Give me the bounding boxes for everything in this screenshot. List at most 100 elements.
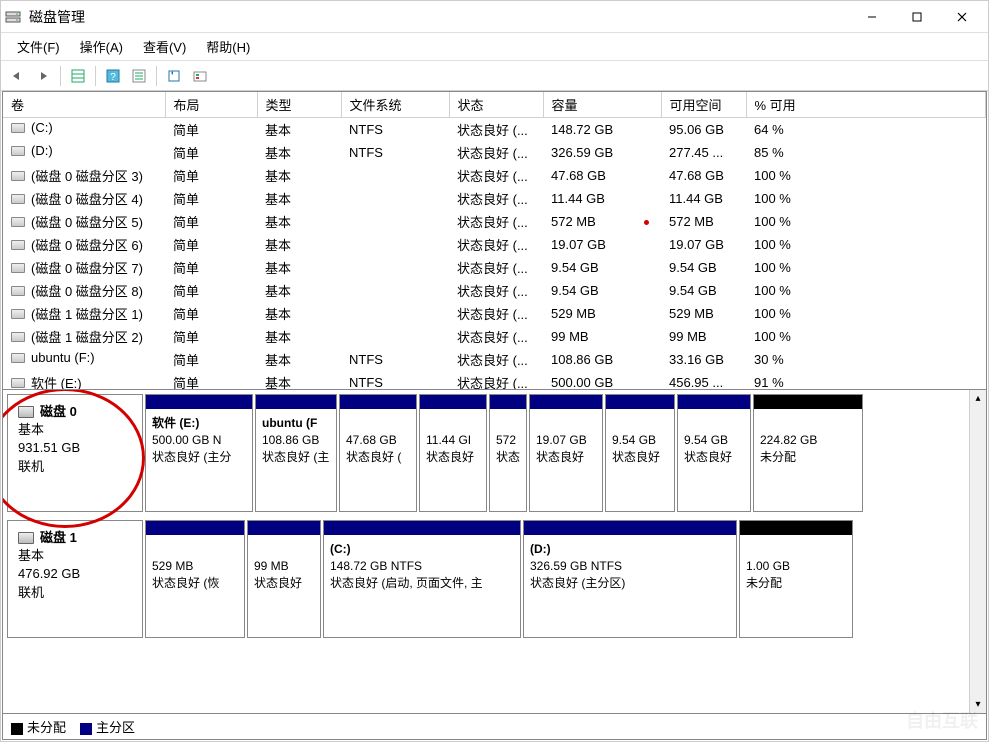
- free-cell: 572 MB: [661, 210, 746, 233]
- table-row[interactable]: (磁盘 1 磁盘分区 2)简单基本状态良好 (...99 MB99 MB100 …: [3, 325, 986, 348]
- col-volume[interactable]: 卷: [3, 92, 165, 118]
- table-row[interactable]: (磁盘 0 磁盘分区 4)简单基本状态良好 (...11.44 GB11.44 …: [3, 187, 986, 210]
- menubar: 文件(F) 操作(A) 查看(V) 帮助(H): [1, 33, 988, 61]
- volume-icon: [11, 240, 25, 250]
- partition[interactable]: 572状态: [489, 394, 527, 512]
- capacity-cell: 19.07 GB: [543, 233, 661, 256]
- table-row[interactable]: (D:)简单基本NTFS状态良好 (...326.59 GB277.45 ...…: [3, 141, 986, 164]
- menu-view[interactable]: 查看(V): [133, 33, 196, 60]
- col-layout[interactable]: 布局: [165, 92, 257, 118]
- svg-text:?: ?: [110, 72, 116, 83]
- capacity-cell: 326.59 GB: [543, 141, 661, 164]
- partition[interactable]: ubuntu (F108.86 GB状态良好 (主: [255, 394, 337, 512]
- table-row[interactable]: (磁盘 0 磁盘分区 6)简单基本状态良好 (...19.07 GB19.07 …: [3, 233, 986, 256]
- table-row[interactable]: (磁盘 0 磁盘分区 8)简单基本状态良好 (...9.54 GB9.54 GB…: [3, 279, 986, 302]
- disk-mgmt-icon: [5, 9, 21, 25]
- disk-header[interactable]: 磁盘 1基本476.92 GB联机: [7, 520, 143, 638]
- disk-partitions: 529 MB状态良好 (恢 99 MB状态良好(C:)148.72 GB NTF…: [145, 520, 965, 638]
- partition-size: 99 MB: [254, 558, 314, 575]
- table-row[interactable]: 软件 (E:)简单基本NTFS状态良好 (...500.00 GB456.95 …: [3, 371, 986, 390]
- partition[interactable]: 224.82 GB未分配: [753, 394, 863, 512]
- refresh-button[interactable]: [162, 64, 186, 88]
- fs-cell: [341, 279, 449, 302]
- volume-name-cell: (磁盘 0 磁盘分区 7): [31, 258, 143, 277]
- col-status[interactable]: 状态: [449, 92, 543, 118]
- col-free[interactable]: 可用空间: [661, 92, 746, 118]
- view-list-button[interactable]: [66, 64, 90, 88]
- partition-status: 状态良好 (: [346, 449, 410, 466]
- partition[interactable]: 9.54 GB状态良好: [605, 394, 675, 512]
- col-type[interactable]: 类型: [257, 92, 341, 118]
- partition[interactable]: (C:)148.72 GB NTFS状态良好 (启动, 页面文件, 主: [323, 520, 521, 638]
- volume-icon: [11, 353, 25, 363]
- disk-icon: [18, 532, 34, 544]
- disk-header[interactable]: 磁盘 0基本931.51 GB联机: [7, 394, 143, 512]
- partition[interactable]: (D:)326.59 GB NTFS状态良好 (主分区): [523, 520, 737, 638]
- table-row[interactable]: (磁盘 0 磁盘分区 7)简单基本状态良好 (...9.54 GB9.54 GB…: [3, 256, 986, 279]
- partition-status: 状态良好 (主分区): [530, 575, 730, 592]
- partition-label: (C:): [330, 541, 514, 558]
- status-cell: 状态良好 (...: [449, 187, 543, 210]
- help-button[interactable]: ?: [101, 64, 125, 88]
- maximize-button[interactable]: [894, 3, 939, 31]
- table-row[interactable]: (磁盘 0 磁盘分区 5)简单基本状态良好 (...572 MB572 MB10…: [3, 210, 986, 233]
- partition-status: 状态良好: [426, 449, 480, 466]
- pct-cell: 100 %: [746, 325, 986, 348]
- partition[interactable]: 软件 (E:)500.00 GB N状态良好 (主分: [145, 394, 253, 512]
- toolbar-separator: [95, 66, 96, 86]
- menu-file[interactable]: 文件(F): [7, 33, 70, 60]
- fs-cell: [341, 233, 449, 256]
- scroll-down-button[interactable]: ▾: [970, 696, 986, 713]
- vertical-scrollbar[interactable]: ▴ ▾: [969, 390, 986, 713]
- capacity-cell: 99 MB: [543, 325, 661, 348]
- col-fs[interactable]: 文件系统: [341, 92, 449, 118]
- partition-bar: [420, 395, 486, 409]
- volume-list-pane[interactable]: 卷 布局 类型 文件系统 状态 容量 可用空间 % 可用 (C:)简单基本NTF…: [3, 92, 986, 390]
- capacity-cell: 9.54 GB: [543, 279, 661, 302]
- scroll-up-button[interactable]: ▴: [970, 390, 986, 407]
- partition-status: 状态良好 (主分: [152, 449, 246, 466]
- toolbar-separator: [60, 66, 61, 86]
- forward-button[interactable]: [31, 64, 55, 88]
- close-button[interactable]: [939, 3, 984, 31]
- partition-status: 状态良好: [684, 449, 744, 466]
- layout-cell: 简单: [165, 118, 257, 142]
- capacity-cell: 529 MB: [543, 302, 661, 325]
- type-cell: 基本: [257, 325, 341, 348]
- volume-icon: [11, 332, 25, 342]
- menu-help[interactable]: 帮助(H): [196, 33, 260, 60]
- details-button[interactable]: [127, 64, 151, 88]
- table-row[interactable]: ubuntu (F:)简单基本NTFS状态良好 (...108.86 GB33.…: [3, 348, 986, 371]
- partition[interactable]: 19.07 GB状态良好: [529, 394, 603, 512]
- partition-status: 未分配: [760, 449, 856, 466]
- table-row[interactable]: (C:)简单基本NTFS状态良好 (...148.72 GB95.06 GB64…: [3, 118, 986, 142]
- scroll-track[interactable]: [970, 407, 986, 696]
- capacity-cell: 108.86 GB: [543, 348, 661, 371]
- table-row[interactable]: (磁盘 1 磁盘分区 1)简单基本状态良好 (...529 MB529 MB10…: [3, 302, 986, 325]
- type-cell: 基本: [257, 233, 341, 256]
- free-cell: 19.07 GB: [661, 233, 746, 256]
- partition-label: (D:): [530, 541, 730, 558]
- partition-size: 326.59 GB NTFS: [530, 558, 730, 575]
- menu-action[interactable]: 操作(A): [70, 33, 133, 60]
- partition[interactable]: 47.68 GB状态良好 (: [339, 394, 417, 512]
- back-button[interactable]: [5, 64, 29, 88]
- fs-cell: NTFS: [341, 371, 449, 390]
- col-pct[interactable]: % 可用: [746, 92, 986, 118]
- status-cell: 状态良好 (...: [449, 256, 543, 279]
- table-row[interactable]: (磁盘 0 磁盘分区 3)简单基本状态良好 (...47.68 GB47.68 …: [3, 164, 986, 187]
- disk-status: 联机: [18, 584, 132, 602]
- partition-status: 未分配: [746, 575, 846, 592]
- partition[interactable]: 11.44 GI状态良好: [419, 394, 487, 512]
- properties-button[interactable]: [188, 64, 212, 88]
- fs-cell: [341, 164, 449, 187]
- fs-cell: NTFS: [341, 141, 449, 164]
- partition[interactable]: 9.54 GB状态良好: [677, 394, 751, 512]
- partition[interactable]: 1.00 GB未分配: [739, 520, 853, 638]
- minimize-button[interactable]: [849, 3, 894, 31]
- partition[interactable]: 529 MB状态良好 (恢: [145, 520, 245, 638]
- partition[interactable]: 99 MB状态良好: [247, 520, 321, 638]
- col-capacity[interactable]: 容量: [543, 92, 661, 118]
- volume-name-cell: (磁盘 0 磁盘分区 4): [31, 189, 143, 208]
- free-cell: 99 MB: [661, 325, 746, 348]
